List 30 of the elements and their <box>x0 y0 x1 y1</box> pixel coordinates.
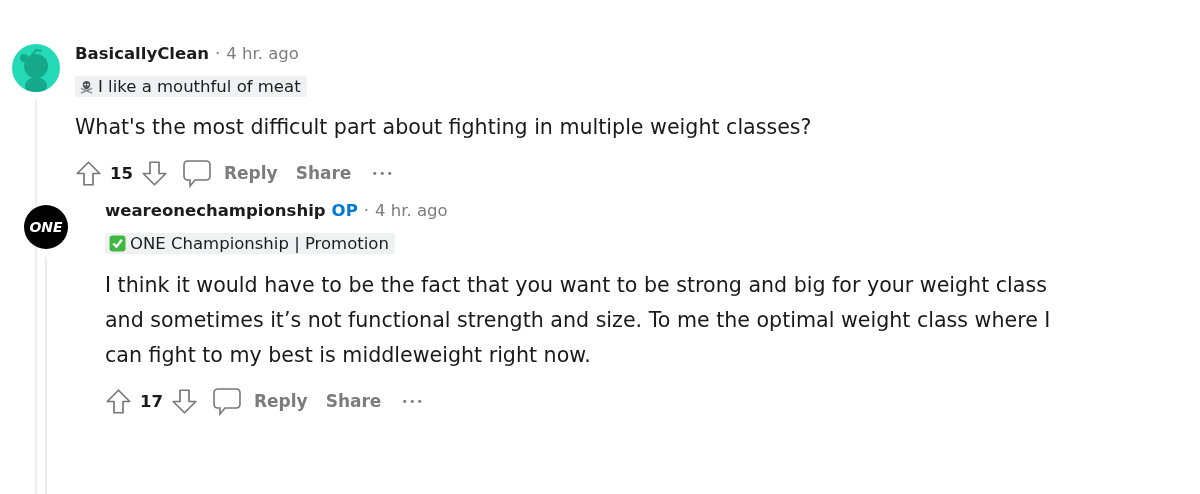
check-icon <box>109 235 126 252</box>
separator: · <box>215 44 221 63</box>
action-link[interactable]: Reply <box>247 387 314 415</box>
more-button[interactable]: ••• <box>393 390 432 412</box>
timestamp: 4 hr. ago <box>226 44 299 63</box>
op-label: OP <box>331 201 358 220</box>
vote-count: 17 <box>140 391 163 411</box>
vote-count: 15 <box>110 163 133 183</box>
user-flair: I like a mouthful of meat <box>75 76 307 97</box>
upvote-icon[interactable] <box>105 387 132 415</box>
username[interactable]: weareonechampionship <box>105 201 326 220</box>
downvote-icon[interactable] <box>170 387 198 415</box>
avatar[interactable] <box>12 44 60 92</box>
action-link[interactable]: Share <box>289 159 358 187</box>
action-link[interactable]: Reply <box>217 159 284 187</box>
avatar[interactable]: ONE <box>24 205 68 249</box>
logo-text: ONE <box>29 219 63 235</box>
comment-text: I think it would have to be the fact that you want to be strong and big for your weight class and sometimes it’s not functional strength and size. To me the optimal weight class where I can fight to my best is middleweight right now. <box>105 272 1051 369</box>
skull-icon <box>79 79 94 94</box>
user-flair: ONE Championship | Promotion <box>105 233 395 254</box>
timestamp: 4 hr. ago <box>375 201 448 220</box>
more-button[interactable]: ••• <box>363 162 402 184</box>
comment-text: What's the most difficult part about fighting in multiple weight classes? <box>75 114 813 141</box>
action-link[interactable]: Share <box>319 387 388 415</box>
separator: · <box>363 201 369 220</box>
comment-icon[interactable] <box>211 386 242 416</box>
downvote-icon[interactable] <box>140 159 168 187</box>
comment-icon[interactable] <box>181 158 212 188</box>
username[interactable]: BasicallyClean <box>75 44 209 63</box>
upvote-icon[interactable] <box>75 159 102 187</box>
